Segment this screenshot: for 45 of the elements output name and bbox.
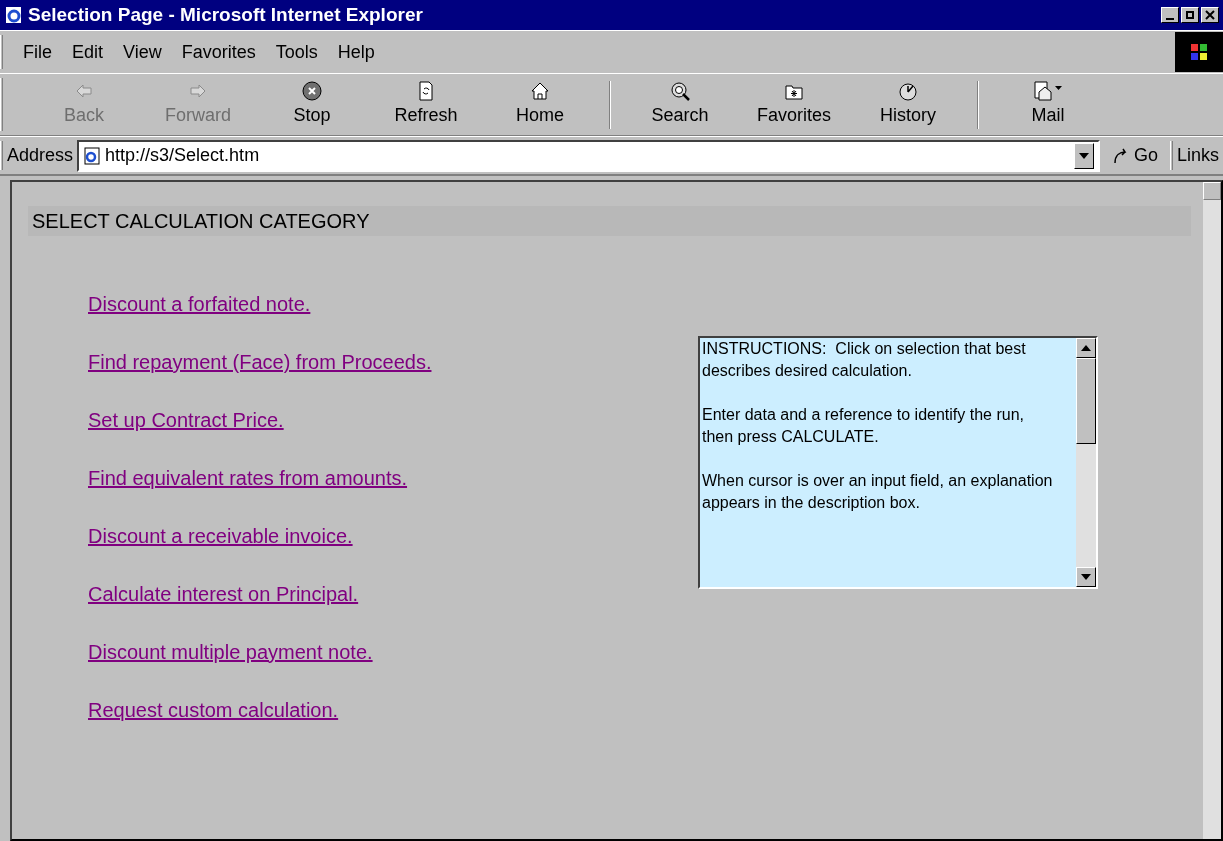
toolbar-button[interactable]: Mail — [991, 80, 1105, 129]
menu-item[interactable]: View — [115, 38, 170, 66]
menu-item[interactable]: Tools — [267, 38, 326, 66]
menu-item[interactable]: Edit — [64, 38, 112, 66]
links-label[interactable]: Links — [1172, 142, 1223, 169]
calculation-link[interactable]: Calculate interest on Principal. — [88, 578, 359, 610]
address-field[interactable]: http://s3/Select.htm — [77, 139, 1100, 172]
calculation-link[interactable]: Find equivalent rates from amounts. — [88, 462, 408, 494]
instruction-paragraph: INSTRUCTIONS: Click on selection that best describes desired calculation. — [702, 339, 1027, 381]
toolbar-button[interactable]: Refresh — [369, 80, 483, 129]
toolbar-button[interactable]: Search — [623, 80, 737, 129]
toolbar-button[interactable]: History — [851, 80, 965, 129]
clock-icon — [897, 80, 919, 102]
scroll-up-icon[interactable] — [1081, 345, 1091, 351]
scroll-down-icon[interactable] — [1081, 574, 1091, 580]
toolbar-button[interactable]: Favorites — [737, 80, 851, 129]
menu-item[interactable]: Help — [329, 38, 383, 66]
window-title: Selection Page - Microsoft Internet Explorer — [28, 2, 424, 27]
toolbar-button[interactable]: Home — [483, 80, 597, 129]
browser-logo-icon — [4, 5, 24, 25]
section-heading: SELECT CALCULATION CATEGORY — [28, 206, 1191, 236]
menu-item[interactable]: Favorites — [173, 38, 264, 66]
menu-item[interactable]: File — [15, 38, 60, 66]
scrollbar[interactable] — [1076, 338, 1096, 587]
house-icon — [529, 80, 551, 102]
close-button[interactable] — [1201, 7, 1219, 23]
toolbar-button[interactable]: Stop — [255, 80, 369, 129]
calculation-link[interactable]: Discount a receivable invoice. — [88, 520, 353, 552]
calculation-link[interactable]: Set up Contract Price. — [88, 404, 284, 436]
calculation-link[interactable]: Discount multiple payment note. — [88, 636, 373, 668]
go-button[interactable]: Go — [1099, 142, 1170, 169]
instruction-paragraph: When cursor is over an input field, an explanation appears in the description box. — [702, 471, 1054, 513]
calculation-link[interactable]: Request custom calculation. — [88, 694, 339, 726]
mail-icon — [1033, 80, 1063, 102]
page-scrollbar[interactable] — [1203, 182, 1221, 839]
address-label: Address — [6, 144, 75, 167]
calculation-link[interactable]: Discount a forfaited note. — [88, 288, 311, 320]
instruction-paragraph: Enter data and a reference to identify the run, then press CALCULATE. — [702, 405, 1025, 447]
page-icon — [83, 146, 102, 165]
stop-icon — [301, 80, 323, 102]
throbber-logo-icon — [1175, 32, 1223, 72]
minimize-button[interactable] — [1161, 7, 1179, 23]
search-icon — [669, 80, 691, 102]
restore-button[interactable] — [1181, 7, 1199, 23]
calculation-link[interactable]: Find repayment (Face) from Proceeds. — [88, 346, 432, 378]
